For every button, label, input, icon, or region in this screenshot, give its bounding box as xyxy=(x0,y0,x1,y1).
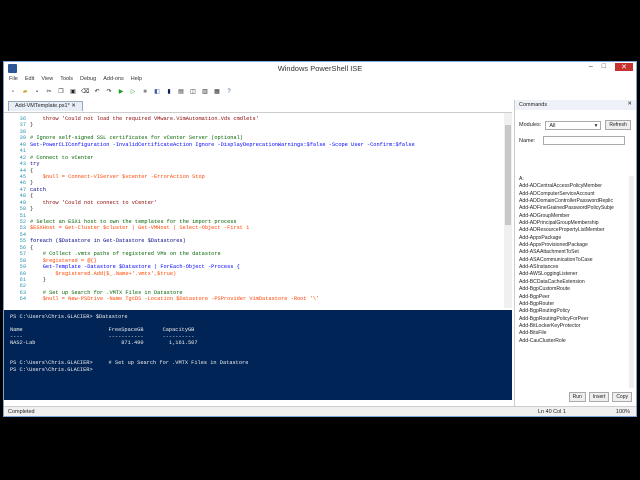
code-area[interactable]: throw 'Could not load the required VMwar… xyxy=(30,116,500,303)
command-item[interactable]: Add-ADComputerServiceAccount xyxy=(519,191,627,198)
command-item[interactable]: Add-ASACommunicationToCase xyxy=(519,257,627,264)
command-item[interactable]: Add-BgpPeer xyxy=(519,294,627,301)
console-line: ---- ----------- ---------- xyxy=(10,333,195,340)
status-bar: Completed Ln 40 Col 1 100% xyxy=(4,406,636,416)
name-input[interactable] xyxy=(543,136,626,145)
copy-button[interactable]: Copy xyxy=(612,392,632,402)
command-item[interactable]: Add-ADResourcePropertyListMember xyxy=(519,227,627,234)
command-item[interactable]: Add-ADPrincipalGroupMembership xyxy=(519,220,627,227)
run-button[interactable]: Run xyxy=(568,392,586,402)
menu-addons[interactable]: Add-ons xyxy=(103,76,124,85)
chevron-down-icon: ▾ xyxy=(594,122,598,129)
code-line[interactable]: $null = New-PSDrive -Name TgtDS -Locatio… xyxy=(30,296,500,302)
command-item[interactable]: Add-ADGroupMember xyxy=(519,213,627,220)
commands-header: Commands ✕ xyxy=(515,100,636,110)
zoom-level[interactable]: 100% xyxy=(616,409,630,415)
tab-add-vmtemplate[interactable]: Add-VMTemplate.ps1* ✕ xyxy=(8,101,83,111)
show-cmd-icon[interactable]: ▦ xyxy=(213,88,221,96)
open-icon[interactable]: ▰ xyxy=(21,88,29,96)
remote-icon[interactable]: ◧ xyxy=(153,88,161,96)
modules-select[interactable]: All ▾ xyxy=(545,120,602,130)
help-icon[interactable]: ? xyxy=(225,88,233,96)
command-item[interactable]: Add-ASInstances xyxy=(519,264,627,271)
title-bar: Windows PowerShell ISE – □ ✕ xyxy=(4,62,636,75)
command-item[interactable]: Add-BgpRoutingPolicyForPeer xyxy=(519,316,627,323)
command-item[interactable]: Add-AWSLoggingListener xyxy=(519,271,627,278)
menu-help[interactable]: Help xyxy=(131,76,142,85)
layout3-icon[interactable]: ▥ xyxy=(201,88,209,96)
modules-label: Modules: xyxy=(519,122,542,128)
menu-tools[interactable]: Tools xyxy=(60,76,73,85)
save-icon[interactable]: ▪ xyxy=(33,88,41,96)
command-item[interactable]: Add-BgpRouter xyxy=(519,301,627,308)
command-item[interactable]: A: xyxy=(519,176,627,183)
console-line: PS C:\Users\Chris.GLACIER> # Set up Sear… xyxy=(10,360,249,367)
maximize-button[interactable]: □ xyxy=(602,63,606,71)
commands-scrollbar[interactable] xyxy=(629,176,634,388)
command-item[interactable]: Add-AppxProvisionedPackage xyxy=(519,242,627,249)
minimize-button[interactable]: – xyxy=(589,63,593,71)
console-line: PS C:\Users\Chris.GLACIER> $Datastore xyxy=(10,314,128,320)
editor-scrollbar[interactable] xyxy=(504,113,512,308)
undo-icon[interactable]: ↶ xyxy=(93,88,101,96)
copy-icon[interactable]: ❐ xyxy=(57,88,65,96)
commands-list[interactable]: A: Add-ADCentralAccessPolicyMember Add-ADC… xyxy=(519,176,627,388)
command-item[interactable]: Add-BCDataCacheExtension xyxy=(519,279,627,286)
console-icon[interactable]: ▮ xyxy=(165,88,173,96)
line-numbers: 36 37 38 39 40 41 42 43 44 45 46 47 48 49 50 51 52 53 54 55… xyxy=(4,116,26,303)
menu-view[interactable]: View xyxy=(41,76,53,85)
console-line: NAS2-Lab 871.490 1,161.507 xyxy=(10,340,198,347)
menu-edit[interactable]: Edit xyxy=(25,76,34,85)
command-item[interactable]: Add-CauClusterRole xyxy=(519,338,627,345)
refresh-button[interactable]: Refresh xyxy=(605,120,631,130)
command-item[interactable]: Add-ASAAttachmentToSet xyxy=(519,249,627,256)
layout2-icon[interactable]: ◫ xyxy=(189,88,197,96)
menu-file[interactable]: File xyxy=(9,76,18,85)
cursor-position: Ln 40 Col 1 xyxy=(537,409,566,415)
commands-pane: Commands ✕ Modules: All ▾ Refresh Name: … xyxy=(514,100,636,406)
name-label: Name: xyxy=(519,137,536,144)
menu-bar: File Edit View Tools Debug Add-ons Help xyxy=(4,76,142,85)
clear-icon[interactable]: ⌫ xyxy=(81,88,89,96)
console-line: PS C:\Users\Chris.GLACIER> xyxy=(10,366,93,373)
close-button[interactable]: ✕ xyxy=(615,63,633,71)
layout-icon[interactable]: ▤ xyxy=(177,88,185,96)
modules-value: All xyxy=(549,122,556,129)
commands-title: Commands xyxy=(519,102,548,108)
insert-button[interactable]: Insert xyxy=(588,392,610,402)
new-icon[interactable]: ▫ xyxy=(9,88,17,96)
run-icon[interactable]: ▶ xyxy=(117,88,125,96)
cut-icon[interactable]: ✂ xyxy=(45,88,53,96)
command-item[interactable]: Add-ADCentralAccessPolicyMember xyxy=(519,183,627,190)
script-editor[interactable]: 36 37 38 39 40 41 42 43 44 45 46 47 48 49 50 51 52 53 54 55… xyxy=(4,112,512,308)
command-item[interactable]: Add-ADFineGrainedPasswordPolicySubje xyxy=(519,205,627,212)
stop-icon[interactable]: ■ xyxy=(141,88,149,96)
command-item[interactable]: Add-BgpCustomRoute xyxy=(519,286,627,293)
window-title: Windows PowerShell ISE xyxy=(277,64,363,73)
script-tabs: Add-VMTemplate.ps1* ✕ xyxy=(4,100,512,111)
console-pane[interactable]: PS C:\Users\Chris.GLACIER> $Datastore Nam… xyxy=(4,310,512,400)
tab-label: Add-VMTemplate.ps1* xyxy=(15,103,70,109)
redo-icon[interactable]: ↷ xyxy=(105,88,113,96)
menu-debug[interactable]: Debug xyxy=(80,76,96,85)
command-item[interactable]: Add-BgpRoutingPolicy xyxy=(519,308,627,315)
console-line: Name FreeSpaceGB CapacityGB xyxy=(10,327,195,334)
scroll-thumb[interactable] xyxy=(505,125,511,225)
command-item[interactable]: Add-ADDomainControllerPasswordReplic xyxy=(519,198,627,205)
commands-close-icon[interactable]: ✕ xyxy=(627,101,632,107)
line-number: 64 xyxy=(19,296,26,303)
tab-close-icon[interactable]: ✕ xyxy=(71,103,76,109)
command-item[interactable]: Add-BitsFile xyxy=(519,330,627,337)
command-item[interactable]: Add-AppxPackage xyxy=(519,235,627,242)
paste-icon[interactable]: ▣ xyxy=(69,88,77,96)
toolbar: ▫ ▰ ▪ ✂ ❐ ▣ ⌫ ↶ ↷ ▶ ▷ ■ ◧ ▮ ▤ ◫ ▥ ▦ ? xyxy=(4,86,636,98)
ise-window: Windows PowerShell ISE – □ ✕ File Edit V… xyxy=(3,61,637,417)
status-text: Completed xyxy=(8,409,35,415)
command-item[interactable]: Add-BitLockerKeyProtector xyxy=(519,323,627,330)
run-selection-icon[interactable]: ▷ xyxy=(129,88,137,96)
